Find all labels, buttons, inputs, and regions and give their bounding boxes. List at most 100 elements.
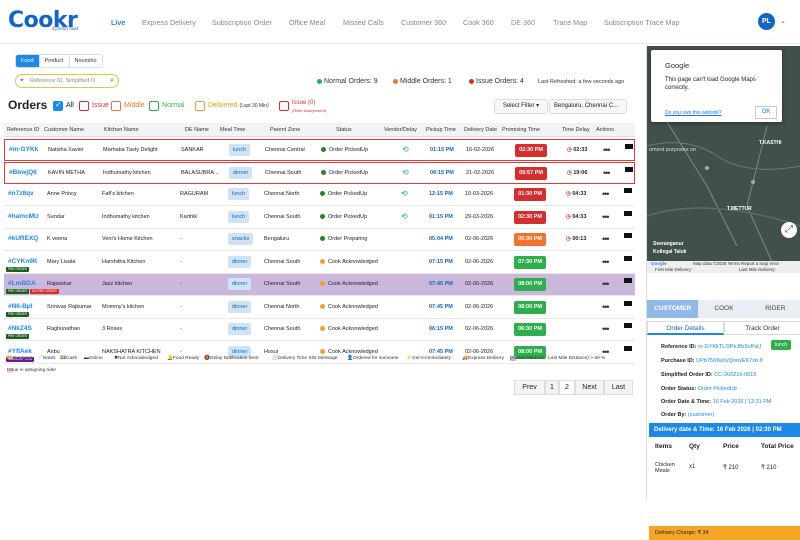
more-actions-icon[interactable]: •••	[602, 189, 610, 199]
de-name: BALASUBRA...	[181, 169, 219, 176]
nav-express-delivery[interactable]: Express Delivery	[142, 18, 196, 27]
th-total-price: Total Price	[761, 443, 794, 450]
nav-trace-map[interactable]: Trace Map	[553, 18, 587, 27]
kitchen-name: Mommy's kitchen	[102, 303, 145, 310]
reference-id-link[interactable]: #hamcMU	[8, 213, 39, 220]
table-row[interactable]: #NkZ4S PRE ORDER Raghunathan 3 Roses - d…	[4, 319, 635, 341]
tab-product[interactable]: Product	[39, 55, 70, 67]
more-actions-icon[interactable]: •••	[603, 168, 611, 178]
refresh-icon[interactable]: ⟲	[401, 212, 408, 221]
reference-id-link[interactable]: #m-GYKk	[9, 146, 38, 153]
table-row[interactable]: #N6-Bpl PRE ORDER Srinivas Rajkumar Momm…	[4, 297, 635, 319]
th-time-delay: Time Delay	[562, 127, 590, 133]
reference-id-link[interactable]: #LmBGA	[8, 280, 36, 287]
more-actions-icon[interactable]: •••	[602, 324, 610, 334]
th-pickup-time: Pickup Time	[426, 127, 456, 133]
more-actions-icon[interactable]: •••	[602, 279, 610, 289]
tab-nourisho[interactable]: Nourisho	[69, 55, 102, 67]
delivered-label: Delivered (Last 30 Min)	[208, 102, 269, 109]
nav-office-meal[interactable]: Office Meal	[289, 18, 325, 27]
tab-food[interactable]: Food	[16, 55, 40, 67]
dialog-own-site-link[interactable]: Do you own this website?	[665, 110, 722, 116]
search-icon[interactable]: ⌕	[110, 77, 114, 85]
parent-zone: Chennai North	[264, 303, 300, 310]
tab-order-details[interactable]: Order Details	[647, 321, 724, 335]
de-name: -	[180, 303, 182, 310]
table-row[interactable]: #n7z8qv Anne Princy Fafi's kitchen RAGUR…	[4, 184, 635, 206]
more-actions-icon[interactable]: •••	[602, 257, 610, 267]
last-button[interactable]: Last	[604, 380, 633, 395]
dialog-ok-button[interactable]: OK	[755, 106, 777, 119]
zone-dropdown[interactable]: Bengaluru, Chennai C...	[549, 99, 627, 114]
map-view[interactable]: oment purposes on T.KASTHI T.METTUR Seer…	[647, 46, 800, 273]
middle-label: Middle	[124, 102, 145, 109]
de-name: -	[180, 348, 182, 355]
red-dot-icon	[469, 78, 474, 84]
search-input[interactable]: ⌖ Reference ID, Simplified O ⌕	[15, 74, 119, 88]
orders-table-header: Reference ID Customer Name Kitchen Name …	[4, 123, 635, 137]
page-2-button[interactable]: 2	[559, 380, 575, 395]
reference-id-link[interactable]: #CYKn9K	[8, 258, 38, 265]
meal-time-badge: dinner	[228, 300, 252, 313]
tab-rider[interactable]: RIDER	[750, 300, 800, 318]
tab-cook[interactable]: COOK	[698, 300, 749, 318]
nav-missed-calls[interactable]: Missed Calls	[343, 18, 384, 27]
parent-zone: Chennai North	[264, 191, 300, 197]
normal-checkbox[interactable]	[149, 101, 159, 111]
delivery-date: 02-06-2026	[465, 348, 494, 355]
parent-zone: Chennai South	[264, 258, 301, 265]
table-row[interactable]: #hamcMU Sundar Indhumathy kitchen Karthi…	[4, 207, 635, 229]
reference-id-link[interactable]: #NkZ4S	[8, 325, 32, 332]
issue-checkbox[interactable]	[79, 101, 89, 111]
more-actions-icon[interactable]: •••	[602, 302, 610, 312]
issue-label: Issue	[92, 102, 109, 109]
page-1-button[interactable]: 1	[545, 380, 559, 395]
issue-rider-checkbox[interactable]	[279, 101, 289, 111]
legend-get-it-immediately: ⚡ Get-it-immediately	[406, 356, 451, 361]
tab-track-order[interactable]: Track Order	[724, 321, 800, 335]
prev-button[interactable]: Prev	[514, 380, 545, 395]
delivered-checkbox[interactable]	[195, 101, 205, 111]
chevron-down-icon[interactable]: ⌄	[780, 17, 786, 25]
nav-live[interactable]: Live	[111, 18, 125, 27]
reference-id-link[interactable]: #N6-Bpl	[8, 303, 33, 310]
reference-id-link[interactable]: #BbwjQ6	[9, 169, 37, 176]
pickup-time: 07:15 PM	[429, 258, 453, 265]
reference-id-link[interactable]: #n7z8qv	[8, 190, 34, 197]
top-navbar: Cookr Comfort food Live Express Delivery S…	[0, 0, 800, 44]
nav-subscription-order[interactable]: Subscription Order	[212, 18, 272, 27]
promising-time-badge: 05:30 PM	[514, 233, 546, 246]
tab-customer[interactable]: CUSTOMER	[647, 300, 699, 318]
more-actions-icon[interactable]: •••	[602, 212, 610, 222]
th-vendor-delay: Vendor/Delay	[384, 127, 418, 133]
item-price: ₹ 210	[723, 465, 739, 471]
refresh-icon[interactable]: ⟲	[401, 189, 408, 198]
kitchen-name: Marhaba Tasty Delight	[103, 147, 158, 153]
table-row[interactable]: #kUREXQ K veena Veni's Home Kitchen - sn…	[4, 229, 635, 251]
table-row[interactable]: #m-GYKk Natisha Xavier Marhaba Tasty Del…	[4, 139, 635, 161]
status-dot-icon	[321, 169, 326, 175]
select-filter-dropdown[interactable]: Select Filter ▾	[494, 99, 548, 114]
table-row[interactable]: #BbwjQ6 KAVIN METHA Indhumathy kitchen B…	[4, 161, 635, 184]
pickup-time: 12:15 PM	[429, 191, 453, 197]
map-label-kollegal: Kollegal Taluk	[653, 249, 687, 255]
user-avatar[interactable]: PL	[758, 13, 775, 30]
all-checkbox[interactable]: ✓	[53, 100, 63, 111]
table-row[interactable]: #CYKn9K PRE ORDER Mary Lisata Harshitha …	[4, 252, 635, 274]
nav-de-360[interactable]: DE 360	[511, 18, 535, 27]
more-actions-icon[interactable]: •••	[602, 234, 610, 244]
fullscreen-icon[interactable]: ⤢	[781, 222, 797, 238]
nav-subscription-trace-map[interactable]: Subscription Trace Map	[604, 18, 680, 27]
more-actions-icon[interactable]: •••	[603, 145, 611, 155]
nav-cook-360[interactable]: Cook 360	[463, 18, 494, 27]
next-button[interactable]: Next	[575, 380, 604, 395]
order-by-row: Order By: (customer)	[661, 412, 715, 418]
delivery-date: 02-06-2026	[465, 326, 494, 332]
nav-customer-360[interactable]: Customer 360	[401, 18, 446, 27]
middle-checkbox[interactable]	[111, 101, 121, 111]
reference-id-link[interactable]: #YfIAek	[8, 348, 32, 355]
reference-id-link[interactable]: #kUREXQ	[8, 235, 38, 242]
refresh-icon[interactable]: ⟲	[402, 145, 409, 154]
refresh-icon[interactable]: ⟲	[402, 168, 409, 177]
table-row[interactable]: #LmBGA PRE ORDER DO PRE ORDER Rajasekar …	[4, 274, 635, 296]
